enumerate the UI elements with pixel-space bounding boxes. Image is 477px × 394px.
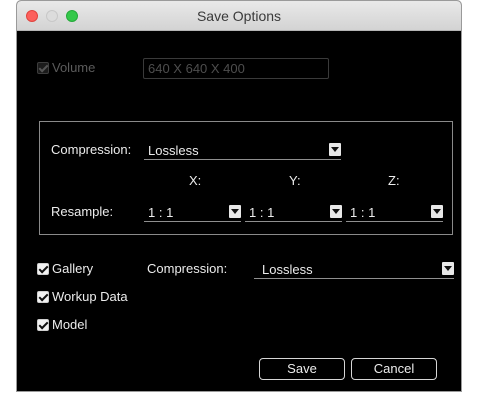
- chevron-down-icon: [431, 205, 443, 218]
- chevron-down-icon: [229, 205, 241, 218]
- compression-value: Lossless: [148, 143, 199, 158]
- chevron-down-icon: [442, 262, 454, 275]
- workup-data-checkbox[interactable]: [37, 291, 49, 303]
- axis-y-label: Y:: [289, 173, 301, 188]
- resample-y-dropdown[interactable]: 1 : 1: [245, 204, 342, 222]
- save-options-window: Save Options Volume 640 X 640 X 400 Comp…: [16, 0, 462, 392]
- axis-z-label: Z:: [388, 173, 400, 188]
- resample-z-dropdown[interactable]: 1 : 1: [346, 204, 443, 222]
- chevron-down-icon: [329, 143, 341, 156]
- workup-data-label: Workup Data: [52, 289, 128, 304]
- model-label: Model: [52, 317, 88, 332]
- volume-dimensions-field: 640 X 640 X 400: [143, 58, 329, 79]
- model-checkbox[interactable]: [37, 319, 49, 331]
- compression-label: Compression:: [51, 142, 132, 157]
- cancel-button[interactable]: Cancel: [351, 358, 437, 380]
- chevron-down-icon: [330, 205, 342, 218]
- title-bar: Save Options: [17, 1, 461, 31]
- gallery-label: Gallery: [52, 261, 94, 276]
- volume-label: Volume: [52, 60, 96, 75]
- resample-x-dropdown[interactable]: 1 : 1: [144, 204, 241, 222]
- resample-x-value: 1 : 1: [148, 205, 174, 220]
- compression-dropdown[interactable]: Lossless: [144, 142, 341, 160]
- gallery-compression-value: Lossless: [262, 262, 313, 277]
- resample-y-value: 1 : 1: [249, 205, 275, 220]
- gallery-compression-label: Compression:: [147, 261, 228, 276]
- window-title: Save Options: [196, 8, 282, 24]
- gallery-compression-dropdown[interactable]: Lossless: [254, 261, 454, 279]
- volume-checkbox[interactable]: [37, 62, 49, 74]
- axis-x-label: X:: [189, 173, 202, 188]
- resample-z-value: 1 : 1: [350, 205, 376, 220]
- save-button[interactable]: Save: [259, 358, 345, 380]
- volume-dimensions-value: 640 X 640 X 400: [148, 61, 245, 76]
- gallery-checkbox[interactable]: [37, 263, 49, 275]
- resample-label: Resample:: [51, 204, 114, 219]
